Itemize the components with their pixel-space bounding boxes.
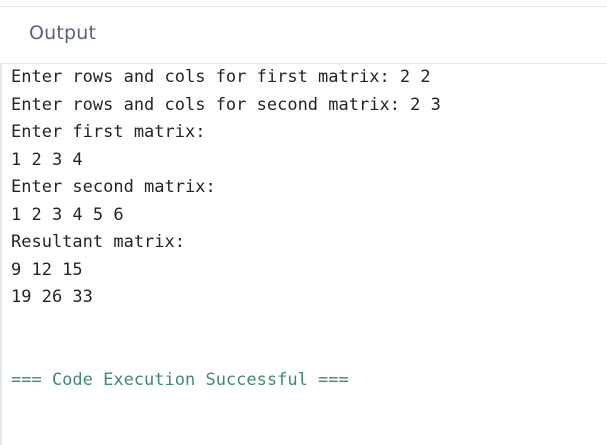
output-header: Output [0,6,607,64]
output-panel: Output Enter rows and cols for first mat… [0,0,607,445]
console-line: 19 26 33 [11,287,93,307]
console-line: 9 12 15 [11,259,83,280]
console-line: Enter first matrix: [11,122,206,142]
console-line: Enter rows and cols for second matrix: 2… [11,94,441,115]
console-line: Enter second matrix: [11,177,216,197]
console-line: 1 2 3 4 [11,149,83,170]
console-output: Enter rows and cols for first matrix: 2 … [11,64,601,394]
execution-status: === Code Execution Successful === [11,369,349,390]
console-line: 1 2 3 4 5 6 [11,204,124,225]
output-title: Output [29,22,97,44]
console-line: Resultant matrix: [11,232,185,252]
console-line: Enter rows and cols for first matrix: 2 … [11,67,431,87]
